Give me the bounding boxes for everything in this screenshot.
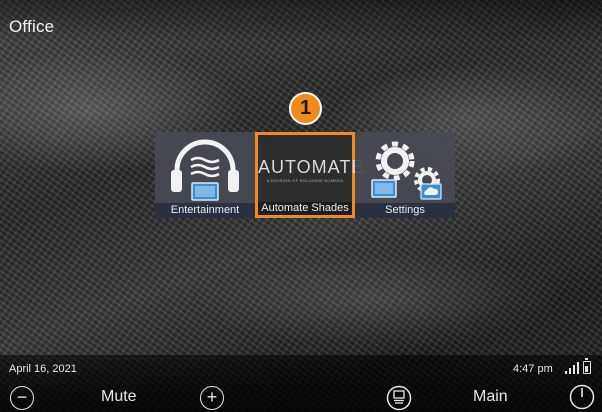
tile-label: Automate Shades — [258, 202, 352, 215]
gears-cloud-icon — [371, 141, 442, 200]
automate-logo-text: AUTOMATE — [258, 157, 365, 177]
mute-button[interactable]: Mute — [101, 388, 137, 406]
automate-logo-subtext: A DIVISION OF ROLLEASE ACMEDA — [266, 178, 344, 183]
bottom-bar: April 16, 2021 4:47 pm − Mute + Main — [0, 355, 602, 412]
minus-circle-icon: − — [16, 387, 28, 407]
time-text: 4:47 pm — [513, 363, 553, 375]
room-title: Office — [9, 17, 55, 36]
signal-strength-icon — [565, 362, 579, 374]
tile-settings[interactable]: Settings — [355, 132, 455, 218]
tile-label: Entertainment — [155, 203, 255, 218]
plus-circle-icon: + — [206, 387, 218, 407]
touch-panel-screen: Office Entertainment AUTOMATE A DIVISION… — [0, 0, 602, 412]
headphones-monitor-icon — [171, 139, 239, 201]
date-text: April 16, 2021 — [9, 363, 77, 375]
power-icon[interactable] — [569, 384, 595, 410]
tile-label: Settings — [355, 203, 455, 218]
step-callout-badge: 1 — [289, 92, 322, 125]
remote-icon[interactable] — [386, 385, 412, 411]
tile-entertainment[interactable]: Entertainment — [155, 132, 255, 218]
volume-up-button[interactable]: + — [200, 386, 224, 410]
battery-icon — [583, 358, 591, 374]
title-bar: Office — [0, 0, 602, 42]
main-menu-button[interactable]: Main — [473, 388, 508, 406]
tile-automate-shades[interactable]: AUTOMATE A DIVISION OF ROLLEASE ACMEDA A… — [255, 132, 365, 218]
volume-down-button[interactable]: − — [10, 386, 34, 410]
